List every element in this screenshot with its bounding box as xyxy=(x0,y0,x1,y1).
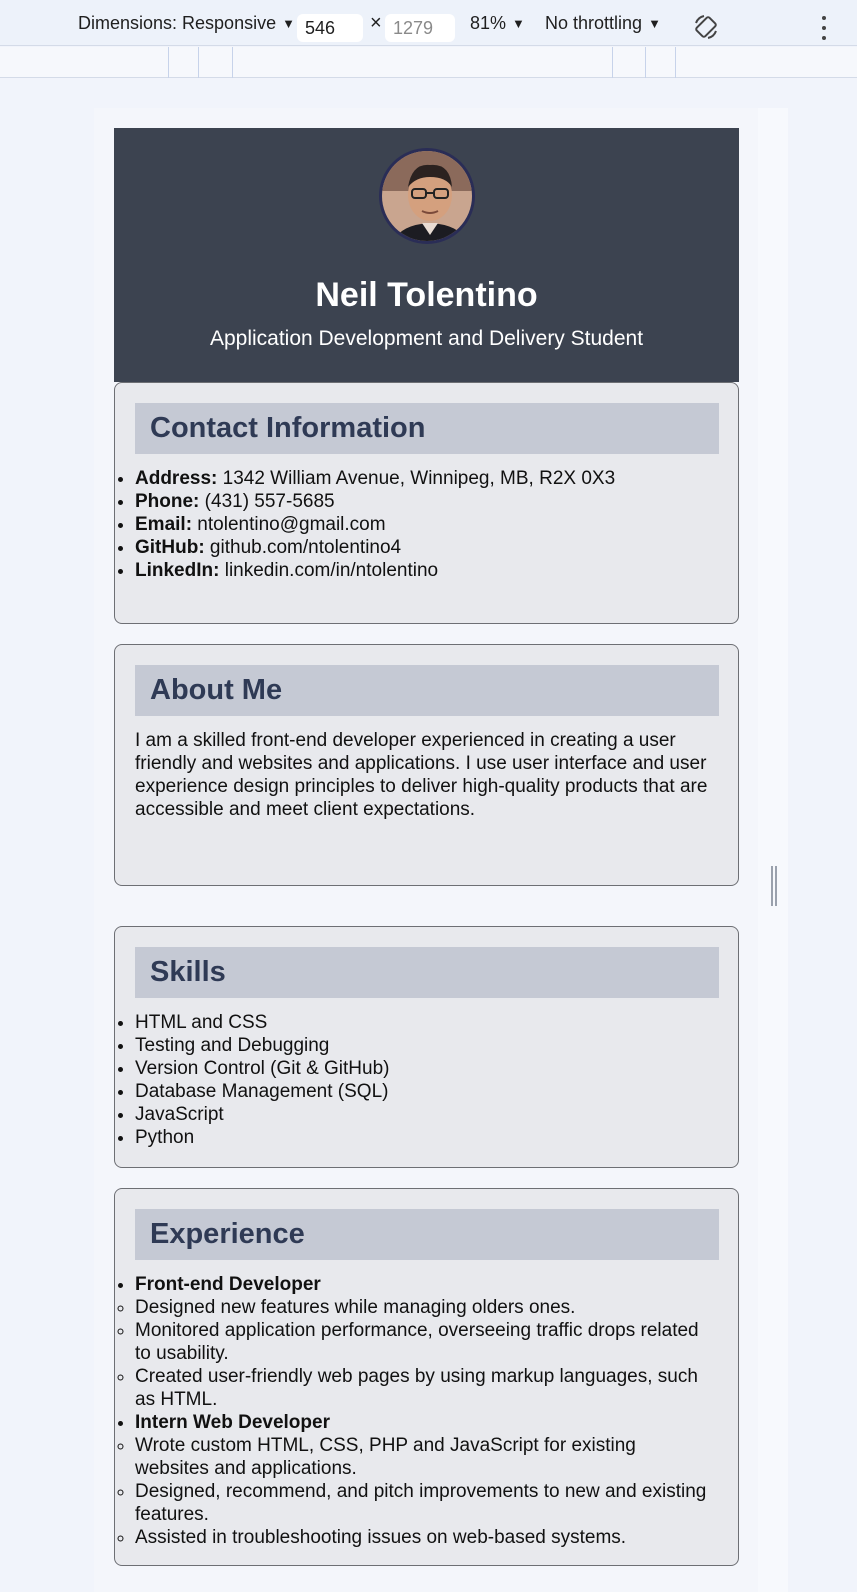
resume-subtitle: Application Development and Delivery Stu… xyxy=(209,327,644,350)
media-query-ruler xyxy=(0,47,857,78)
contact-item-github: GitHub: github.com/ntolentino4 xyxy=(135,536,715,559)
contact-label: LinkedIn: xyxy=(135,560,220,581)
experience-task: Wrote custom HTML, CSS, PHP and JavaScri… xyxy=(135,1434,715,1480)
experience-task: Monitored application performance, overs… xyxy=(135,1319,715,1365)
chevron-down-icon: ▼ xyxy=(282,15,295,31)
skill-item: Version Control (Git & GitHub) xyxy=(135,1057,715,1080)
experience-task: Designed new features while managing old… xyxy=(135,1296,715,1319)
experience-list: Front-end Developer Designed new feature… xyxy=(115,1273,715,1549)
contact-label: Phone: xyxy=(135,491,200,512)
dimensions-label: Dimensions: Responsive xyxy=(78,12,277,33)
times-separator: × xyxy=(370,11,382,34)
about-text: I am a skilled front-end developer exper… xyxy=(135,730,708,820)
resize-strip xyxy=(758,108,788,1592)
throttling-label: No throttling xyxy=(545,12,643,33)
rotate-icon[interactable] xyxy=(692,13,720,41)
contact-title: Contact Information xyxy=(135,403,719,454)
throttling-dropdown[interactable]: No throttling ▼ xyxy=(545,0,661,46)
resume-name: Neil Tolentino xyxy=(315,276,538,314)
height-input[interactable] xyxy=(385,14,455,42)
experience-task: Assisted in troubleshooting issues on we… xyxy=(135,1526,715,1549)
devtools-toolbar: Dimensions: Responsive ▼ × 81% ▼ No thro… xyxy=(0,0,857,46)
avatar xyxy=(379,148,475,244)
experience-task: Designed, recommend, and pitch improveme… xyxy=(135,1480,715,1526)
contact-label: Address: xyxy=(135,468,218,489)
experience-title: Experience xyxy=(135,1209,719,1260)
about-section: About Me I am a skilled front-end develo… xyxy=(114,644,739,886)
profile-photo xyxy=(382,151,472,241)
experience-role: Front-end Developer xyxy=(135,1273,715,1296)
contact-item-linkedin: LinkedIn: linkedin.com/in/ntolentino xyxy=(135,559,715,582)
skill-item: Testing and Debugging xyxy=(135,1034,715,1057)
skills-list: HTML and CSS Testing and Debugging Versi… xyxy=(115,1011,715,1149)
experience-role: Intern Web Developer xyxy=(135,1411,715,1434)
skills-section: Skills HTML and CSS Testing and Debuggin… xyxy=(114,926,739,1168)
contact-section: Contact Information Address: 1342 Willia… xyxy=(114,382,739,624)
skill-item: Python xyxy=(135,1126,715,1149)
contact-label: Email: xyxy=(135,514,193,535)
resize-handle[interactable] xyxy=(771,866,777,906)
width-input[interactable] xyxy=(297,14,363,42)
contact-item-email: Email: ntolentino@gmail.com xyxy=(135,513,715,536)
contact-item-phone: Phone: (431) 557-5685 xyxy=(135,490,715,513)
more-options-icon[interactable] xyxy=(820,16,828,40)
skills-title: Skills xyxy=(135,947,719,998)
contact-value: 1342 William Avenue, Winnipeg, MB, R2X 0… xyxy=(217,468,616,489)
experience-task: Created user-friendly web pages by using… xyxy=(135,1365,715,1411)
contact-list: Address: 1342 William Avenue, Winnipeg, … xyxy=(115,467,715,582)
contact-value: ntolentino@gmail.com xyxy=(192,514,386,535)
resume-header: Neil Tolentino Application Development a… xyxy=(114,128,739,382)
about-title: About Me xyxy=(135,665,719,716)
experience-section: Experience Front-end Developer Designed … xyxy=(114,1188,739,1566)
contact-label: GitHub: xyxy=(135,537,205,558)
skill-item: HTML and CSS xyxy=(135,1011,715,1034)
contact-value: (431) 557-5685 xyxy=(199,491,335,512)
chevron-down-icon: ▼ xyxy=(512,15,525,31)
skill-item: JavaScript xyxy=(135,1103,715,1126)
contact-value: linkedin.com/in/ntolentino xyxy=(219,560,439,581)
dimensions-dropdown[interactable]: Dimensions: Responsive ▼ xyxy=(78,0,295,46)
zoom-dropdown[interactable]: 81% ▼ xyxy=(470,0,525,46)
skill-item: Database Management (SQL) xyxy=(135,1080,715,1103)
chevron-down-icon: ▼ xyxy=(648,15,661,31)
contact-item-address: Address: 1342 William Avenue, Winnipeg, … xyxy=(135,467,715,490)
contact-value: github.com/ntolentino4 xyxy=(204,537,402,558)
zoom-label: 81% xyxy=(470,12,507,33)
